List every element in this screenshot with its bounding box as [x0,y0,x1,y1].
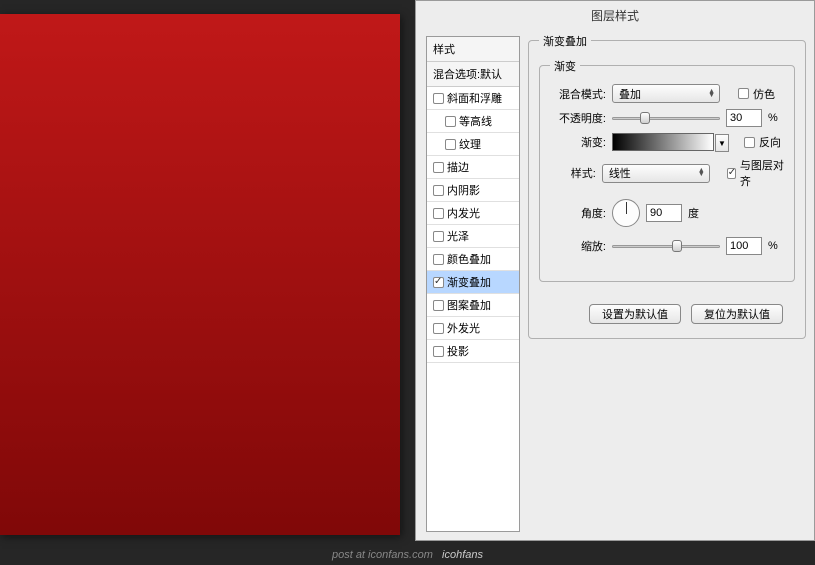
angle-dial[interactable] [612,199,640,227]
gradient-swatch[interactable]: ▼ [612,133,714,151]
reverse-checkbox[interactable]: 反向 [744,134,781,150]
style-item-label: 光泽 [447,228,469,244]
style-value: 线性 [609,165,631,181]
style-item-stroke[interactable]: 描边 [427,156,519,179]
style-item-label: 渐变叠加 [447,274,491,290]
checkbox-icon[interactable] [433,231,444,242]
settings-panel: 渐变叠加 渐变 混合模式: 叠加 ▲▼ 仿色 [520,36,806,532]
group-legend: 渐变叠加 [539,33,591,49]
checkbox-icon[interactable] [445,139,456,150]
inner-legend: 渐变 [550,58,580,74]
style-item-label: 投影 [447,343,469,359]
blend-mode-label: 混合模式: [550,86,606,102]
opacity-slider[interactable] [612,110,720,126]
style-item-label: 斜面和浮雕 [447,90,502,106]
checkbox-icon[interactable] [445,116,456,127]
checkbox-icon[interactable] [433,254,444,265]
opacity-unit: % [768,112,778,124]
footer-brand: icohfans [442,549,483,561]
style-item-label: 等高线 [459,113,492,129]
checkbox-icon[interactable] [433,185,444,196]
blend-mode-select[interactable]: 叠加 ▲▼ [612,84,720,103]
footer-site: iconfans.com [368,549,433,561]
checkbox-icon [744,137,755,148]
style-item-contour[interactable]: 等高线 [427,110,519,133]
style-item-label: 纹理 [459,136,481,152]
style-item-inner-glow[interactable]: 内发光 [427,202,519,225]
align-label: 与图层对齐 [740,157,784,189]
style-item-label: 描边 [447,159,469,175]
dither-label: 仿色 [753,86,775,102]
style-item-label: 外发光 [447,320,480,336]
checkbox-icon[interactable] [433,346,444,357]
set-default-button[interactable]: 设置为默认值 [589,304,681,324]
checkbox-icon [727,168,736,179]
style-item-inner-shadow[interactable]: 内阴影 [427,179,519,202]
checkbox-icon[interactable] [433,162,444,173]
reset-default-button[interactable]: 复位为默认值 [691,304,783,324]
gradient-group: 渐变 混合模式: 叠加 ▲▼ 仿色 不 [539,65,795,282]
align-checkbox[interactable]: 与图层对齐 [727,157,784,189]
reverse-label: 反向 [759,134,781,150]
opacity-input[interactable] [726,109,762,127]
scale-label: 缩放: [550,238,606,254]
checkbox-icon[interactable] [433,208,444,219]
scale-unit: % [768,240,778,252]
checkbox-icon[interactable] [433,93,444,104]
style-item-label: 内发光 [447,205,480,221]
layer-style-dialog: 图层样式 样式 混合选项:默认 斜面和浮雕 等高线 纹理 描边 [415,0,815,541]
style-item-bevel[interactable]: 斜面和浮雕 [427,87,519,110]
styles-list: 样式 混合选项:默认 斜面和浮雕 等高线 纹理 描边 内阴影 [426,36,520,532]
style-item-texture[interactable]: 纹理 [427,133,519,156]
angle-label: 角度: [550,205,606,221]
checkbox-icon[interactable] [433,300,444,311]
style-item-pattern-overlay[interactable]: 图案叠加 [427,294,519,317]
checkbox-icon[interactable] [433,277,444,288]
style-item-label: 图案叠加 [447,297,491,313]
gradient-style-select[interactable]: 线性 ▲▼ [602,164,710,183]
scale-input[interactable] [726,237,762,255]
dialog-title: 图层样式 [416,1,814,36]
canvas-preview [0,14,400,535]
footer: post at iconfans.com icohfans [0,545,815,565]
style-label: 样式: [550,165,596,181]
style-item-drop-shadow[interactable]: 投影 [427,340,519,363]
styles-header[interactable]: 样式 [427,37,519,62]
opacity-label: 不透明度: [550,110,606,126]
style-item-color-overlay[interactable]: 颜色叠加 [427,248,519,271]
blend-options-default[interactable]: 混合选项:默认 [427,62,519,87]
gradient-overlay-group: 渐变叠加 渐变 混合模式: 叠加 ▲▼ 仿色 [528,40,806,339]
style-item-outer-glow[interactable]: 外发光 [427,317,519,340]
style-item-gradient-overlay[interactable]: 渐变叠加 [427,271,519,294]
angle-unit: 度 [688,205,699,221]
updown-icon: ▲▼ [708,90,715,98]
updown-icon: ▲▼ [698,169,705,177]
checkbox-icon[interactable] [433,323,444,334]
gradient-label: 渐变: [550,134,606,150]
dither-checkbox[interactable]: 仿色 [738,86,775,102]
style-item-label: 内阴影 [447,182,480,198]
angle-input[interactable] [646,204,682,222]
footer-prefix: post at [332,549,368,561]
blend-mode-value: 叠加 [619,86,641,102]
chevron-down-icon[interactable]: ▼ [715,134,729,152]
style-item-label: 颜色叠加 [447,251,491,267]
checkbox-icon [738,88,749,99]
style-item-satin[interactable]: 光泽 [427,225,519,248]
scale-slider[interactable] [612,238,720,254]
